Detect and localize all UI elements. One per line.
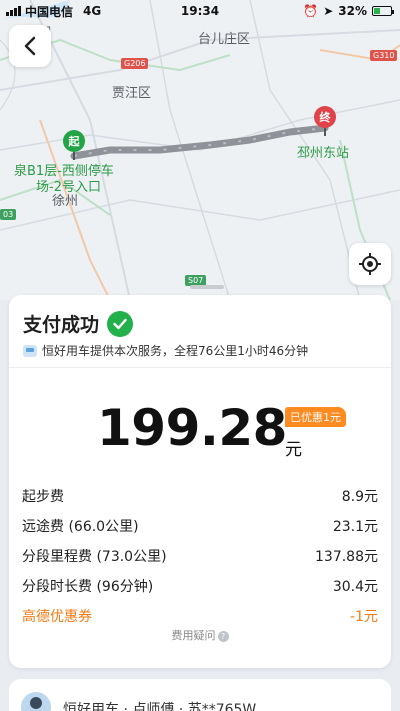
locate-button[interactable] — [349, 243, 391, 285]
road-badge-g310: G310 — [370, 50, 398, 61]
battery-fill — [374, 8, 380, 14]
coupon-label: 高德优惠券 — [22, 609, 92, 625]
fee-breakdown: 起步费 8.9元 远途费 (66.0公里) 23.1元 分段里程费 (73.0公… — [22, 481, 378, 631]
start-location-label: 泉B1层-西侧停车 场-2号入口 — [14, 164, 114, 196]
amount-section: 199.28 已优惠1元 元 — [9, 395, 391, 465]
car-icon — [23, 344, 37, 357]
locate-crosshair-icon — [359, 253, 381, 275]
end-location-label: 邳州东站 — [297, 146, 350, 161]
drag-handle[interactable] — [190, 285, 224, 289]
end-pin[interactable]: 终 — [314, 106, 336, 128]
coupon-value: -1元 — [350, 609, 378, 625]
fee-row-mileage: 分段里程费 (73.0公里) 137.88元 — [22, 541, 378, 571]
discount-badge: 已优惠1元 — [285, 407, 346, 427]
payment-status-title: 支付成功 — [23, 310, 134, 337]
fee-label: 分段里程费 (73.0公里) — [22, 549, 167, 565]
fee-row-duration: 分段时长费 (96分钟) 30.4元 — [22, 571, 378, 601]
start-pin[interactable]: 起 — [63, 130, 85, 152]
fee-value: 23.1元 — [332, 519, 378, 535]
fee-label: 远途费 (66.0公里) — [22, 519, 139, 535]
fee-row-long-distance: 远途费 (66.0公里) 23.1元 — [22, 511, 378, 541]
location-arrow-icon: ➤ — [323, 4, 334, 18]
divider — [9, 367, 391, 368]
chevron-left-icon — [24, 36, 36, 56]
total-amount: 199.28 — [97, 399, 287, 457]
map-label-taierzhuang: 台儿庄区 — [198, 32, 251, 47]
driver-card[interactable]: 恒好用车 · 卢师傅 · 苏**765W — [9, 679, 391, 711]
alarm-icon: ⏰ — [303, 4, 319, 18]
fee-value: 8.9元 — [341, 489, 378, 505]
driver-summary: 恒好用车 · 卢师傅 · 苏**765W — [63, 702, 257, 711]
fee-label: 起步费 — [22, 489, 64, 505]
payment-title-text: 支付成功 — [23, 314, 100, 336]
fee-value: 137.88元 — [315, 549, 378, 565]
start-location-line1: 泉B1层-西侧停车 — [14, 164, 114, 179]
fee-row-base: 起步费 8.9元 — [22, 481, 378, 511]
fee-label: 分段时长费 (96分钟) — [22, 579, 154, 595]
fee-question-link[interactable]: 费用疑问? — [9, 627, 391, 643]
payment-card: 支付成功 恒好用车提供本次服务，全程76公里1小时46分钟 199.28 已优惠… — [9, 285, 391, 668]
fee-value: 30.4元 — [332, 579, 378, 595]
road-badge-03: 03 — [0, 209, 17, 220]
fee-question-text: 费用疑问 — [171, 629, 216, 642]
service-info: 恒好用车提供本次服务，全程76公里1小时46分钟 — [23, 342, 308, 359]
route-map[interactable]: 湖 台儿庄区 贾汪区 徐州 G206 G310 S07 03 起 泉B1层-西侧… — [0, 0, 400, 300]
checkmark-circle-icon — [107, 310, 134, 337]
service-info-text: 恒好用车提供本次服务，全程76公里1小时46分钟 — [42, 344, 309, 358]
battery-percent: 32% — [338, 4, 367, 18]
back-button[interactable] — [9, 25, 51, 67]
question-icon: ? — [217, 631, 229, 642]
status-bar: 中国电信 4G 19:34 ⏰ ➤ 32% — [0, 0, 400, 22]
start-location-line2: 场-2号入口 — [36, 180, 101, 195]
amount-unit: 元 — [285, 440, 302, 460]
map-label-jiawang: 贾汪区 — [112, 86, 152, 101]
road-badge-g206: G206 — [121, 58, 149, 69]
battery-icon — [372, 6, 394, 16]
driver-avatar — [21, 692, 51, 711]
